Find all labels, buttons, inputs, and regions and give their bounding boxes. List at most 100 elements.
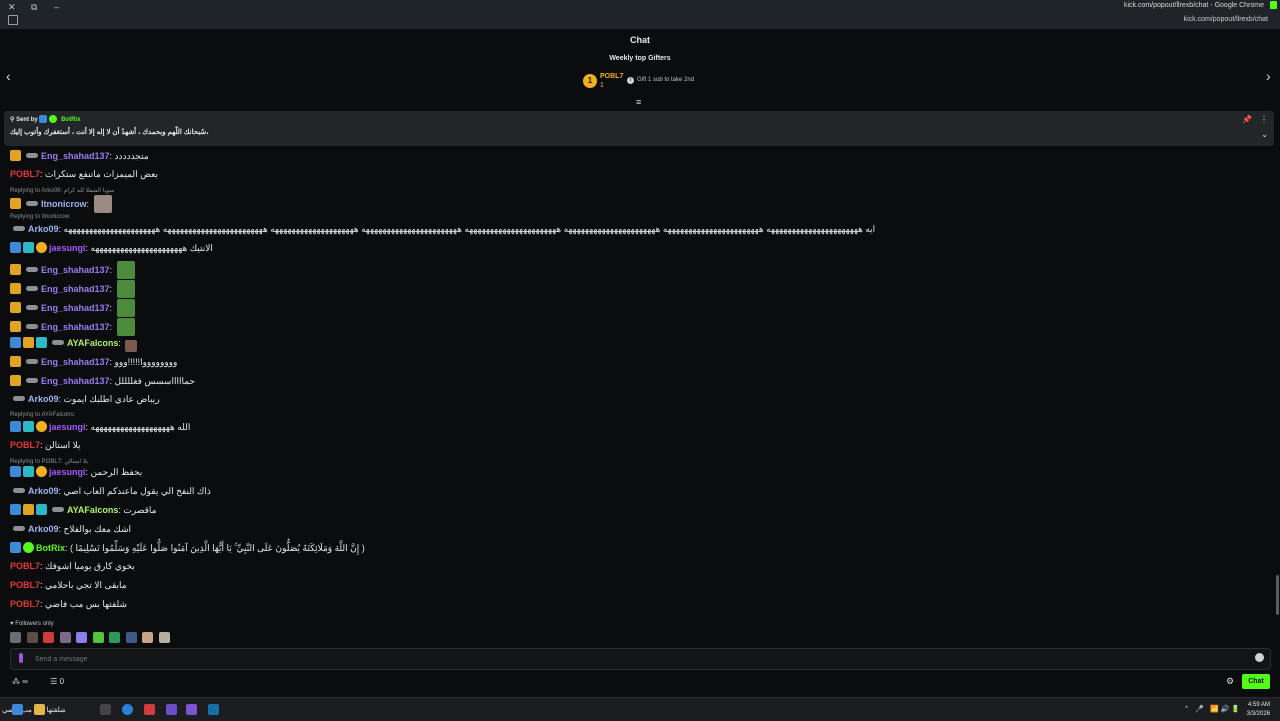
expand-icon[interactable]: ≡ <box>636 97 641 107</box>
mod-badge-icon <box>10 421 21 432</box>
username[interactable]: Arko09 <box>28 224 59 234</box>
username[interactable]: AYAFalcons <box>67 338 118 348</box>
emote-3-icon[interactable] <box>43 632 55 643</box>
username[interactable]: Arko09 <box>28 394 59 404</box>
username[interactable]: Eng_shahad137 <box>41 303 110 313</box>
username[interactable]: POBL7 <box>10 580 40 590</box>
chat-scrollbar[interactable] <box>1276 575 1279 615</box>
chat-message: Arko09: ذاك النفخ الي يقول ماعندكم العاب… <box>10 486 211 497</box>
page-info-icon[interactable] <box>8 15 18 25</box>
username[interactable]: jaesungi <box>49 243 86 253</box>
chat-message: Eng_shahad137: حماااااسسس فغللللل <box>10 375 195 387</box>
crown-badge-icon <box>10 356 21 367</box>
chat-message: Eng_shahad137: <box>10 299 135 317</box>
username[interactable]: Eng_shahad137 <box>41 151 110 161</box>
discord-icon[interactable] <box>186 704 197 715</box>
emote-4-icon[interactable] <box>59 632 71 643</box>
emoji-picker-icon[interactable] <box>1255 653 1264 662</box>
crown-badge-icon <box>23 337 34 348</box>
username[interactable]: jaesungi <box>49 422 86 432</box>
gift-hint: i Gift 1 sub to take 2nd <box>627 77 694 84</box>
username[interactable]: jaesungi <box>49 467 86 477</box>
top-gifter-name[interactable]: POBL7 <box>600 73 623 80</box>
viewers-indicator[interactable]: ☰ 0 <box>50 677 74 686</box>
steam-icon[interactable] <box>208 704 219 715</box>
message-input[interactable] <box>33 651 1237 667</box>
sub-tier-pill-icon <box>26 359 38 364</box>
username[interactable]: Eng_shahad137 <box>41 322 110 332</box>
username[interactable]: BotRix <box>36 543 65 553</box>
emote-1-icon[interactable] <box>10 632 21 643</box>
mic-icon[interactable] <box>19 653 23 663</box>
mod-badge-icon <box>10 542 21 553</box>
emote-6-icon[interactable] <box>92 632 104 643</box>
send-chat-button[interactable]: Chat <box>1242 674 1270 689</box>
sub-tier-pill-icon <box>26 153 38 158</box>
message-text: بحفظ الرحمن <box>90 467 143 477</box>
next-arrow-icon[interactable]: › <box>1266 68 1271 84</box>
chat-messages-list[interactable]: Eng_shahad137: متجددددد POBL7: بعض الميم… <box>0 147 1276 617</box>
emote-9-icon[interactable] <box>142 632 154 643</box>
message-text: يلا استالن <box>45 440 81 450</box>
reply-context[interactable]: Replying to Arko09: سويا الشفلا لله كرام <box>10 187 114 194</box>
system-tray[interactable]: ⌃ 🎤 📶 🔊 🔋 <box>1184 705 1240 713</box>
restore-window-icon[interactable]: ⧉ <box>31 2 37 13</box>
gifter-badge-icon <box>36 421 47 432</box>
taskbar-clock[interactable]: 4:59 AM 3/3/2026 <box>1247 701 1270 719</box>
grid-app-icon[interactable] <box>166 704 177 715</box>
sent-by-name[interactable]: BotRix <box>61 117 80 123</box>
crown-badge-icon <box>10 283 21 294</box>
more-options-icon[interactable]: ⋮ <box>1260 115 1268 124</box>
emote-10-icon[interactable] <box>158 632 170 643</box>
cat-emote-icon <box>93 195 112 213</box>
username[interactable]: Eng_shahad137 <box>41 284 110 294</box>
pin-small-icon: ⚲ <box>10 117 15 123</box>
reply-context[interactable]: Replying to POBL7: يلا استالن <box>10 458 88 465</box>
crown-badge-icon <box>10 264 21 275</box>
chat-message: Eng_shahad137: <box>10 280 135 298</box>
username[interactable]: Eng_shahad137 <box>41 376 110 386</box>
windows-start-icon[interactable] <box>12 704 23 715</box>
username[interactable]: POBL7 <box>10 169 40 179</box>
file-explorer-icon[interactable] <box>34 704 45 715</box>
terminal-icon[interactable] <box>100 704 111 715</box>
message-text: مابقى الا تجي باحلامي <box>45 580 127 590</box>
heart-icon: ♥ <box>10 621 14 627</box>
unpin-icon[interactable]: 📌 <box>1242 115 1252 124</box>
pinned-text: ،سُبحانك اللّهم وبحمدك ، أشهدُ أن لا إله… <box>10 129 209 136</box>
sub-tier-pill-icon <box>26 286 38 291</box>
reply-context[interactable]: Replying to Itnonicrow: <box>10 214 71 220</box>
pinned-sent-by: ⚲ Sent by BotRix <box>10 115 80 123</box>
gear-icon[interactable]: ⚙ <box>1226 676 1234 687</box>
username[interactable]: Arko09 <box>28 524 59 534</box>
emote-5-icon[interactable] <box>76 632 88 643</box>
chat-message: Eng_shahad137: ووووووووا!!!!!ووو <box>10 356 177 368</box>
emote-7-icon[interactable] <box>109 632 121 643</box>
mod-badge-icon <box>10 504 21 515</box>
brave-browser-icon[interactable] <box>144 704 155 715</box>
edge-browser-icon[interactable] <box>122 704 133 715</box>
username[interactable]: Arko09 <box>28 486 59 496</box>
verified-badge-icon <box>49 115 58 123</box>
username[interactable]: POBL7 <box>10 599 40 609</box>
url-display[interactable]: kick.com/popout/llrexb/chat <box>1184 16 1268 23</box>
username[interactable]: Eng_shahad137 <box>41 265 110 275</box>
username[interactable]: Itnonicrow <box>41 199 87 209</box>
username[interactable]: POBL7 <box>10 440 40 450</box>
emote-8-icon[interactable] <box>125 632 137 643</box>
reply-context[interactable]: Replying to AYAFalcons: <box>10 412 75 418</box>
username[interactable]: AYAFalcons <box>67 505 118 515</box>
chat-message: AYAFalcons: <box>10 337 138 352</box>
chevron-down-icon[interactable]: ⌄ <box>1261 130 1268 139</box>
emote-2-icon[interactable] <box>26 632 38 643</box>
points-indicator[interactable]: ⁂ ∞ <box>12 677 38 686</box>
sub-tier-pill-icon <box>26 324 38 329</box>
prev-arrow-icon[interactable]: ‹ <box>6 68 11 84</box>
username[interactable]: POBL7 <box>10 561 40 571</box>
crown-badge-icon <box>10 321 21 332</box>
message-text: متجددددد <box>114 151 149 161</box>
minimize-window-icon[interactable]: – <box>54 2 59 12</box>
close-window-icon[interactable]: ✕ <box>8 2 16 13</box>
username[interactable]: Eng_shahad137 <box>41 357 110 367</box>
window-title: kick.com/popout/llrexb/chat - Google Chr… <box>1123 2 1264 9</box>
